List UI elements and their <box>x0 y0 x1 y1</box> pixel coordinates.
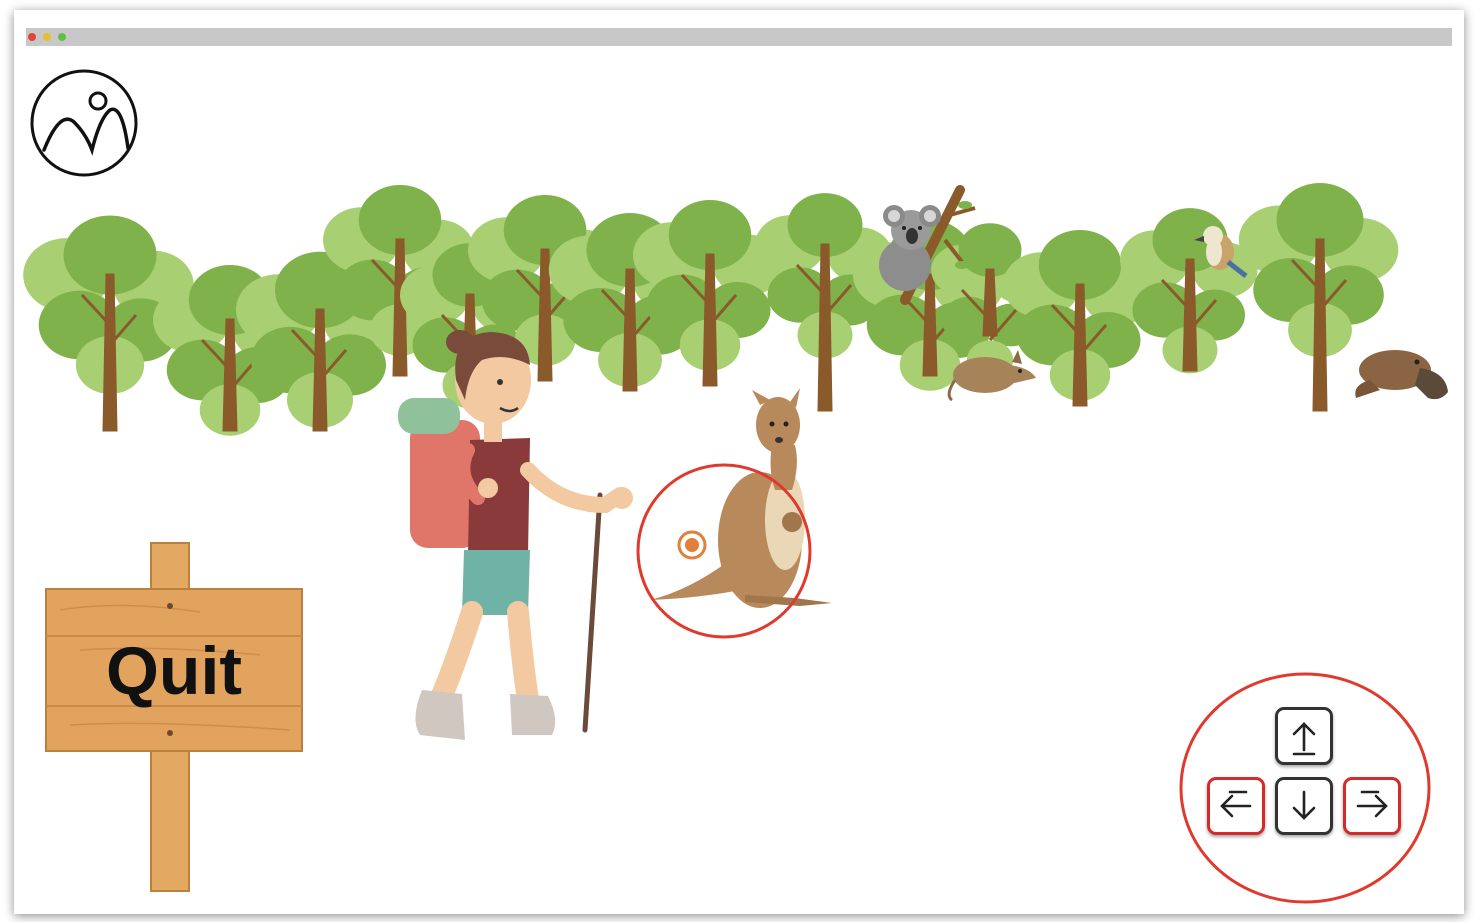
arrow-down-icon <box>1292 790 1316 820</box>
hiker-character[interactable] <box>398 330 633 740</box>
logo-icon[interactable] <box>30 69 138 177</box>
game-scene: Quit <box>0 0 1482 922</box>
kangaroo-animal[interactable] <box>650 388 832 608</box>
left-arrow-key[interactable] <box>1207 777 1265 835</box>
right-arrow-key[interactable] <box>1343 777 1401 835</box>
platypus-animal[interactable] <box>1355 350 1448 400</box>
up-arrow-key[interactable] <box>1275 707 1333 765</box>
forest-background <box>23 183 1399 436</box>
target-marker-icon[interactable] <box>677 530 707 560</box>
quit-sign[interactable] <box>45 542 303 892</box>
arrow-left-icon <box>1220 790 1252 818</box>
down-arrow-key[interactable] <box>1275 777 1333 835</box>
arrow-right-icon <box>1356 790 1388 818</box>
arrow-up-icon <box>1292 722 1316 756</box>
